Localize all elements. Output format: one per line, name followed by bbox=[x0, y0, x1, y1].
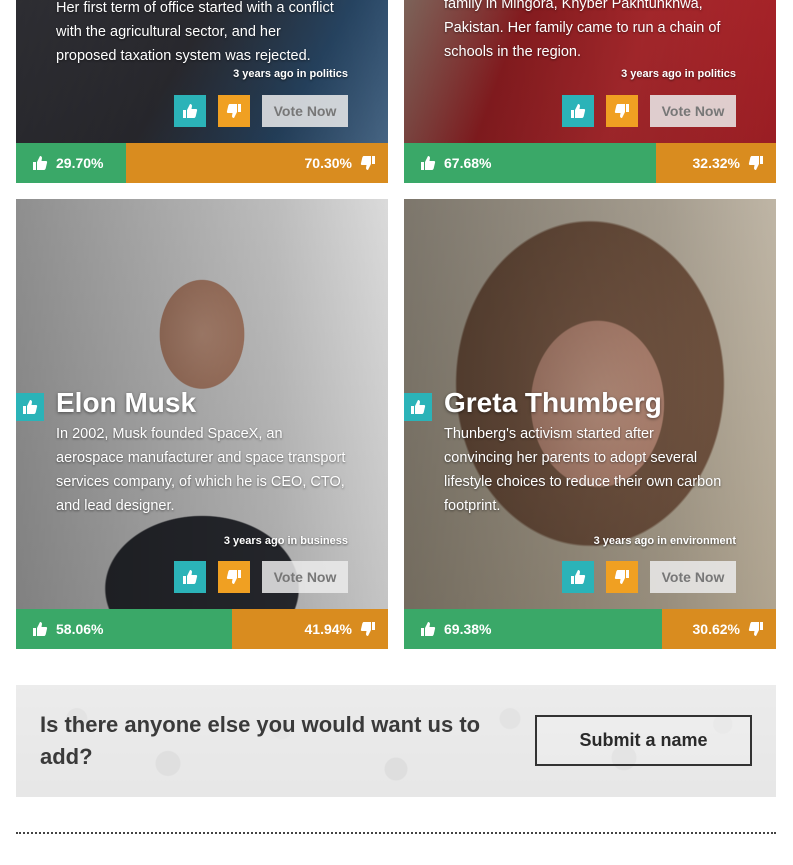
up-vote-percentage: 67.68% bbox=[444, 155, 492, 171]
thumbs-up-icon bbox=[421, 156, 436, 170]
post-meta: 3 years ago in politics bbox=[233, 68, 348, 80]
thumbs-up-icon bbox=[23, 400, 38, 414]
person-name: Greta Thumberg bbox=[444, 387, 662, 418]
suggestion-banner: Is there anyone else you would want us t… bbox=[16, 685, 776, 797]
vote-result-bar: 58.06% 41.94% bbox=[16, 609, 388, 649]
vote-up-button[interactable] bbox=[174, 561, 206, 593]
up-vote-percentage: 29.70% bbox=[56, 155, 104, 171]
person-card: Elon Musk In 2002, Musk founded SpaceX, … bbox=[16, 199, 388, 649]
vote-up-button[interactable] bbox=[174, 95, 206, 127]
thumbs-up-icon bbox=[33, 622, 48, 636]
thumbs-up-icon bbox=[33, 156, 48, 170]
thumbs-up-icon bbox=[411, 400, 426, 414]
down-vote-percentage: 32.32% bbox=[692, 155, 740, 171]
vote-result-bar: 29.70% 70.30% bbox=[16, 143, 388, 183]
category-badge bbox=[16, 393, 44, 421]
thumbs-down-icon bbox=[226, 570, 241, 584]
vote-now-button[interactable]: Vote Now bbox=[650, 95, 736, 127]
post-meta: 3 years ago in politics bbox=[621, 68, 736, 80]
thumbs-up-icon bbox=[571, 104, 586, 118]
person-card: Greta Thumberg Thunberg's activism start… bbox=[404, 199, 776, 649]
person-description: Thunberg's activism started after convin… bbox=[444, 426, 722, 514]
vote-down-button[interactable] bbox=[218, 95, 250, 127]
suggestion-question: Is there anyone else you would want us t… bbox=[40, 712, 481, 769]
down-vote-percentage: 70.30% bbox=[304, 155, 352, 171]
down-vote-percentage: 41.94% bbox=[304, 621, 352, 637]
vote-up-button[interactable] bbox=[562, 95, 594, 127]
thumbs-up-icon bbox=[571, 570, 586, 584]
thumbs-up-icon bbox=[183, 570, 198, 584]
thumbs-up-icon bbox=[183, 104, 198, 118]
vote-down-button[interactable] bbox=[218, 561, 250, 593]
dotted-divider bbox=[16, 832, 776, 834]
person-name: Elon Musk bbox=[56, 387, 197, 418]
thumbs-down-icon bbox=[614, 104, 629, 118]
vote-now-button[interactable]: Vote Now bbox=[650, 561, 736, 593]
down-vote-percentage: 30.62% bbox=[692, 621, 740, 637]
thumbs-up-icon bbox=[421, 622, 436, 636]
person-description: In 2002, Musk founded SpaceX, an aerospa… bbox=[56, 426, 346, 514]
up-vote-percentage: 69.38% bbox=[444, 621, 492, 637]
thumbs-down-icon bbox=[360, 622, 375, 636]
person-card: family in Mingora, Khyber Pakhtunkhwa, P… bbox=[404, 0, 776, 183]
vote-now-button[interactable]: Vote Now bbox=[262, 561, 348, 593]
vote-up-button[interactable] bbox=[562, 561, 594, 593]
submit-name-button[interactable]: Submit a name bbox=[535, 715, 752, 766]
post-meta: 3 years ago in environment bbox=[593, 535, 736, 547]
vote-result-bar: 69.38% 30.62% bbox=[404, 609, 776, 649]
person-description: Her first term of office started with a … bbox=[56, 0, 334, 64]
up-vote-percentage: 58.06% bbox=[56, 621, 104, 637]
thumbs-down-icon bbox=[748, 622, 763, 636]
person-card: Her first term of office started with a … bbox=[16, 0, 388, 183]
person-description: family in Mingora, Khyber Pakhtunkhwa, P… bbox=[444, 0, 721, 60]
vote-now-button[interactable]: Vote Now bbox=[262, 95, 348, 127]
vote-result-bar: 67.68% 32.32% bbox=[404, 143, 776, 183]
thumbs-down-icon bbox=[360, 156, 375, 170]
thumbs-down-icon bbox=[614, 570, 629, 584]
vote-down-button[interactable] bbox=[606, 561, 638, 593]
thumbs-down-icon bbox=[226, 104, 241, 118]
thumbs-down-icon bbox=[748, 156, 763, 170]
category-badge bbox=[404, 393, 432, 421]
post-meta: 3 years ago in business bbox=[223, 535, 348, 547]
vote-down-button[interactable] bbox=[606, 95, 638, 127]
